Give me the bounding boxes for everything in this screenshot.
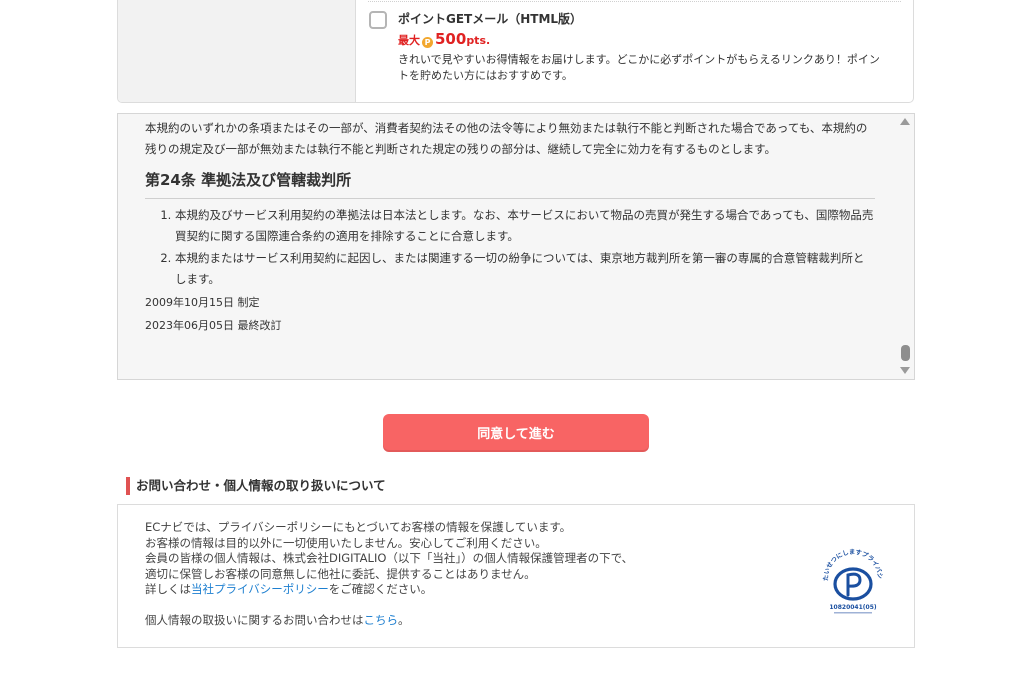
privacy-suffix: をご確認ください。 xyxy=(328,582,433,596)
terms-scrollbar[interactable] xyxy=(897,114,914,379)
contact-line: ECナビでは、プライバシーポリシーにもとづいてお客様の情報を保護しています。 xyxy=(145,520,572,534)
contact-line: 個人情報の取扱いに関するお問い合わせはこちら。 xyxy=(145,613,633,629)
privacy-prefix: 詳しくは xyxy=(145,582,191,596)
scroll-down-arrow-icon[interactable] xyxy=(900,367,910,374)
points-prefix: 最大 xyxy=(398,34,420,47)
article-24-title: 第24条 準拠法及び管轄裁判所 xyxy=(145,171,352,189)
revised-date: 2023年06月05日 最終改訂 xyxy=(145,319,282,332)
mail-option-title[interactable]: ポイントGETメール（HTML版） xyxy=(398,10,582,27)
privacy-mark-underline xyxy=(834,612,872,614)
contact-line: 会員の皆様の個人情報は、株式会社DIGITALIO（以下「当社」）の個人情報保護… xyxy=(145,551,634,565)
inquiry-prefix: 個人情報の取扱いに関するお問い合わせは xyxy=(145,612,364,627)
inquiry-suffix: 。 xyxy=(398,612,410,627)
points-value: 500 xyxy=(435,30,467,48)
scroll-up-arrow-icon[interactable] xyxy=(900,118,910,125)
privacy-mark-icon[interactable]: たいせつにしますプライバシー 10820041(05) xyxy=(818,547,888,617)
divider xyxy=(368,1,901,2)
privacy-mark-arc-text: たいせつにしますプライバシー xyxy=(818,547,883,581)
mail-option-label-column xyxy=(118,0,356,102)
contact-box: ECナビでは、プライバシーポリシーにもとづいてお客様の情報を保護しています。 お… xyxy=(117,504,915,648)
privacy-mark-number: 10820041(05) xyxy=(829,604,876,611)
contact-line: お客様の情報は目的以外に一切使用いたしません。安心してご利用ください。 xyxy=(145,535,547,550)
scroll-thumb[interactable] xyxy=(901,345,910,361)
contact-line: 適切に保管しお客様の同意無しに他社に委託、提供することはありません。 xyxy=(145,566,536,581)
terms-scroll-box[interactable]: 本規約のいずれかの条項またはその一部が、消費者契約法その他の法令等により無効また… xyxy=(117,113,915,380)
privacy-policy-link[interactable]: 当社プライバシーポリシー xyxy=(191,582,329,596)
list-item: 本規約またはサービス利用契約に起因し、または関連する一切の紛争については、東京地… xyxy=(175,248,875,290)
contact-section-title: お問い合わせ・個人情報の取り扱いについて xyxy=(126,477,386,495)
mail-option-points: 最大 P 500 pts. xyxy=(398,30,490,48)
enacted-date: 2009年10月15日 制定 xyxy=(145,296,260,309)
points-unit: pts. xyxy=(466,34,491,47)
contact-text: ECナビでは、プライバシーポリシーにもとづいてお客様の情報を保護しています。 お… xyxy=(145,520,633,628)
svg-text:たいせつにしますプライバシー: たいせつにしますプライバシー xyxy=(818,547,883,581)
article-divider xyxy=(145,198,875,199)
mail-option-box: ポイントGETメール（HTML版） 最大 P 500 pts. きれいで見やすい… xyxy=(117,0,914,103)
point-coin-icon: P xyxy=(422,37,433,48)
mail-option-description: きれいで見やすいお得情報をお届けします。どこかに必ずポイントがもらえるリンクあり… xyxy=(398,53,880,82)
list-item: 本規約及びサービス利用契約の準拠法は日本法とします。なお、本サービスにおいて物品… xyxy=(175,205,875,247)
contact-line: 詳しくは当社プライバシーポリシーをご確認ください。 xyxy=(145,582,633,598)
article-24-list: 本規約及びサービス利用契約の準拠法は日本法とします。なお、本サービスにおいて物品… xyxy=(145,205,875,290)
mail-option-checkbox[interactable] xyxy=(369,11,387,29)
agree-and-proceed-button[interactable]: 同意して進む xyxy=(383,414,649,450)
inquiry-link[interactable]: こちら xyxy=(364,613,399,627)
terms-intro: 本規約のいずれかの条項またはその一部が、消費者契約法その他の法令等により無効また… xyxy=(145,121,868,156)
terms-content: 本規約のいずれかの条項またはその一部が、消費者契約法その他の法令等により無効また… xyxy=(145,118,875,337)
